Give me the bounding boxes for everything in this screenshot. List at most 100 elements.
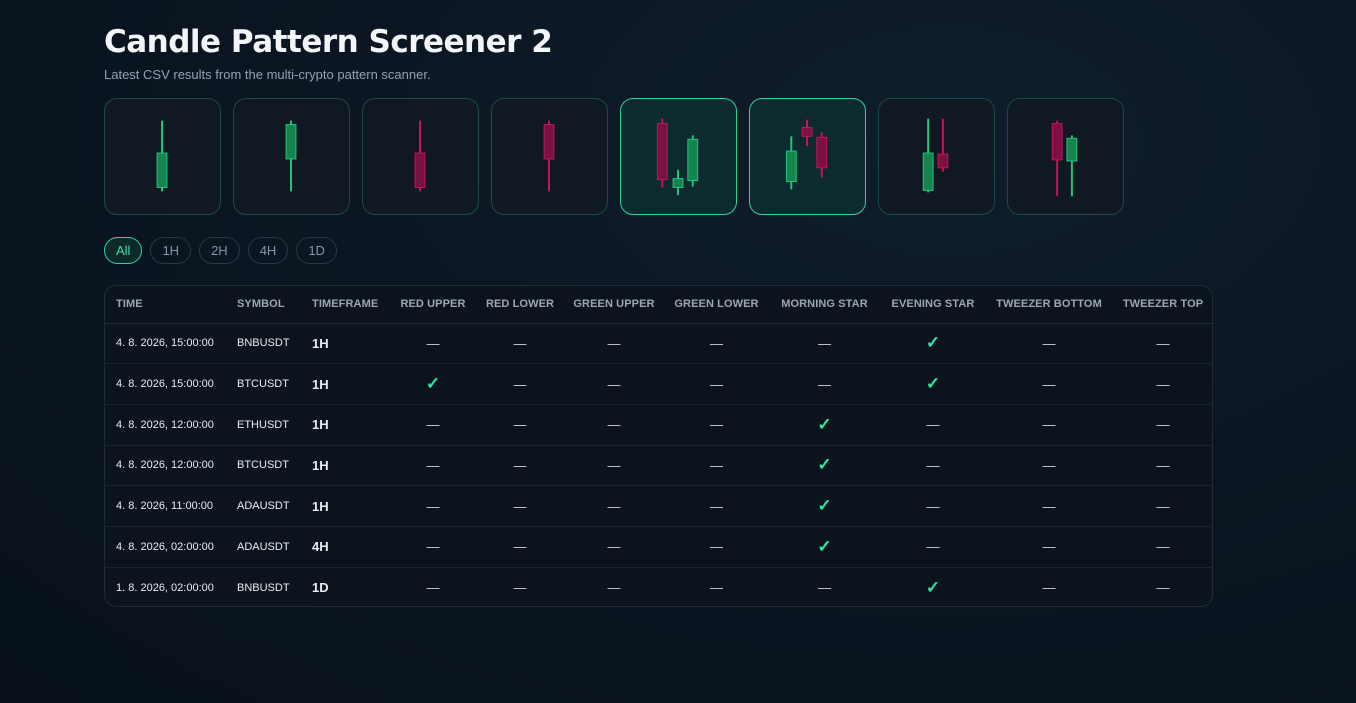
cell-empty: — <box>476 363 564 405</box>
check-icon: ✓ <box>769 525 880 568</box>
cell-symbol: ADAUSDT <box>226 525 301 568</box>
cell-time: 4. 8. 2026, 11:00:00 <box>105 485 226 527</box>
cell-time: 4. 8. 2026, 15:00:00 <box>105 363 226 405</box>
timeframe-filters: All 1H 2H 4H 1D <box>104 237 337 264</box>
cell-timeframe: 4H <box>301 525 390 568</box>
cell-empty: — <box>880 525 986 568</box>
cell-empty: — <box>664 566 769 606</box>
column-header-red-lower[interactable]: RED LOWER <box>476 286 564 324</box>
pattern-card-tweezer-top[interactable] <box>1007 98 1124 215</box>
cell-empty: — <box>880 403 986 446</box>
green-hammer-candle-icon <box>156 120 168 192</box>
column-header-tweezer-bottom[interactable]: TWEEZER BOTTOM <box>986 286 1112 324</box>
cell-empty: — <box>390 525 476 568</box>
filter-4h[interactable]: 4H <box>247 237 289 264</box>
pattern-card-green-hammer[interactable] <box>104 98 221 215</box>
cell-empty: — <box>986 566 1112 606</box>
cell-empty: — <box>769 363 880 405</box>
pattern-cards <box>104 98 1124 215</box>
filter-all[interactable]: All <box>104 237 143 264</box>
cell-empty: — <box>513 335 527 351</box>
cell-empty: — <box>986 363 1112 405</box>
evening-star-pattern-icon <box>785 119 828 190</box>
results-table: TIME SYMBOL TIMEFRAME RED UPPER RED LOWE… <box>104 285 1213 607</box>
cell-empty: — <box>564 363 664 405</box>
cell-timeframe: 1H <box>301 485 390 527</box>
cell-empty: — <box>818 335 831 351</box>
table-row[interactable]: 4. 8. 2026, 11:00:00 ADAUSDT 1H — — — — ✓ — — — <box>105 485 1212 527</box>
cell-empty: — <box>1112 444 1212 486</box>
check-icon: ✓ <box>880 566 986 606</box>
check-icon: ✓ <box>880 363 986 405</box>
cell-empty: — <box>664 363 769 405</box>
pattern-card-red-inverted-hammer[interactable] <box>491 98 608 215</box>
column-header-time[interactable]: TIME <box>105 286 226 324</box>
red-hammer-candle-icon <box>414 120 426 192</box>
cell-empty: — <box>880 485 986 527</box>
cell-empty: — <box>880 444 986 486</box>
cell-empty: — <box>476 566 564 606</box>
cell-empty: — <box>476 485 564 527</box>
table-row[interactable]: 4. 8. 2026, 02:00:00 ADAUSDT 4H — — — — ✓ — — — <box>105 525 1212 568</box>
table-row[interactable]: 4. 8. 2026, 15:00:00 BNBUSDT 1H — — — — — ✓ — — <box>105 323 1212 364</box>
cell-empty: — <box>1042 335 1056 351</box>
cell-empty: — <box>607 335 621 351</box>
table-body: 4. 8. 2026, 15:00:00 BNBUSDT 1H — — — — — ✓ — —4. … <box>105 323 1212 606</box>
column-header-morning-star[interactable]: MORNING STAR <box>769 286 880 324</box>
page-title: Candle Pattern Screener 2 <box>104 24 553 60</box>
check-icon: ✓ <box>769 403 880 446</box>
table-row[interactable]: 4. 8. 2026, 12:00:00 ETHUSDT 1H — — — — ✓ — — — <box>105 403 1212 446</box>
check-icon: ✓ <box>390 363 476 405</box>
morning-star-pattern-icon <box>656 118 699 196</box>
tweezer-top-pattern-icon <box>1051 120 1078 197</box>
cell-empty: — <box>564 485 664 527</box>
cell-timeframe: 1H <box>301 363 390 405</box>
cell-empty: — <box>664 403 769 446</box>
cell-empty: — <box>769 566 880 606</box>
filter-1d[interactable]: 1D <box>296 237 337 264</box>
cell-symbol: ADAUSDT <box>226 485 301 527</box>
pattern-card-evening-star[interactable] <box>749 98 866 215</box>
cell-empty: — <box>476 444 564 486</box>
cell-empty: — <box>710 335 723 351</box>
cell-empty: — <box>664 525 769 568</box>
cell-symbol: BTCUSDT <box>226 363 301 405</box>
cell-empty: — <box>390 444 476 486</box>
tweezer-bottom-pattern-icon <box>922 118 949 193</box>
pattern-card-morning-star[interactable] <box>620 98 737 215</box>
table-row[interactable]: 4. 8. 2026, 12:00:00 BTCUSDT 1H — — — — ✓ — — — <box>105 444 1212 486</box>
filter-1h[interactable]: 1H <box>150 237 192 264</box>
column-header-timeframe[interactable]: TIMEFRAME <box>301 286 390 324</box>
cell-empty: — <box>564 403 664 446</box>
cell-time: 4. 8. 2026, 02:00:00 <box>105 525 226 568</box>
cell-time: 4. 8. 2026, 12:00:00 <box>105 444 226 486</box>
column-header-green-upper[interactable]: GREEN UPPER <box>564 286 664 324</box>
cell-empty: — <box>664 485 769 527</box>
cell-timeframe: 1H <box>301 403 390 446</box>
cell-empty: — <box>564 566 664 606</box>
cell-empty: — <box>986 403 1112 446</box>
pattern-card-green-inverted-hammer[interactable] <box>233 98 350 215</box>
table-row[interactable]: 1. 8. 2026, 02:00:00 BNBUSDT 1D — — — — — ✓ — — <box>105 566 1212 606</box>
check-icon: ✓ <box>925 333 941 353</box>
cell-timeframe: 1D <box>301 566 390 606</box>
column-header-tweezer-top[interactable]: TWEEZER TOP <box>1112 286 1212 324</box>
cell-empty: — <box>564 525 664 568</box>
cell-empty: — <box>1112 485 1212 527</box>
column-header-symbol[interactable]: SYMBOL <box>226 286 301 324</box>
cell-empty: — <box>986 525 1112 568</box>
table-row[interactable]: 4. 8. 2026, 15:00:00 BTCUSDT 1H ✓ — — — — ✓ — — <box>105 363 1212 405</box>
green-inverted-hammer-candle-icon <box>285 120 297 192</box>
cell-empty: — <box>390 566 476 606</box>
pattern-card-tweezer-bottom[interactable] <box>878 98 995 215</box>
pattern-card-red-hammer[interactable] <box>362 98 479 215</box>
cell-empty: — <box>1112 566 1212 606</box>
cell-empty: — <box>1112 525 1212 568</box>
column-header-red-upper[interactable]: RED UPPER <box>390 286 476 324</box>
table-header-row: TIME SYMBOL TIMEFRAME RED UPPER RED LOWE… <box>105 286 1212 324</box>
column-header-evening-star[interactable]: EVENING STAR <box>880 286 986 324</box>
filter-2h[interactable]: 2H <box>199 237 240 264</box>
cell-empty: — <box>1156 335 1170 351</box>
column-header-green-lower[interactable]: GREEN LOWER <box>664 286 769 324</box>
cell-empty: — <box>986 444 1112 486</box>
